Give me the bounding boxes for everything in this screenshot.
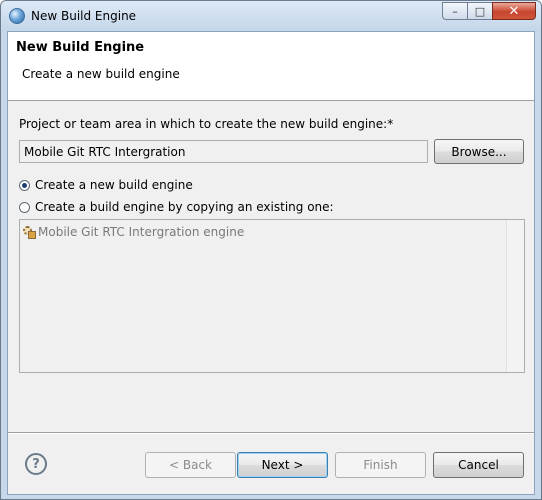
engine-name: Mobile Git RTC Intergration engine	[38, 225, 245, 239]
radio-create-new[interactable]: Create a new build engine	[19, 178, 193, 192]
eclipse-icon	[9, 8, 25, 24]
list-item: Mobile Git RTC Intergration engine	[23, 225, 244, 239]
radio-copy-existing-indicator[interactable]	[19, 201, 30, 213]
radio-copy-existing[interactable]: Create a build engine by copying an exis…	[19, 200, 334, 214]
finish-button[interactable]: Finish	[335, 452, 426, 478]
title-bar[interactable]: New Build Engine – □ ✕	[1, 1, 541, 31]
radio-create-new-label: Create a new build engine	[35, 178, 193, 192]
existing-engines-list[interactable]: Mobile Git RTC Intergration engine	[19, 219, 525, 373]
dialog-content: New Build Engine Create a new build engi…	[7, 31, 535, 495]
window-controls: – □ ✕	[442, 2, 536, 21]
project-area-field[interactable]	[19, 140, 428, 163]
wizard-description: Create a new build engine	[22, 67, 180, 81]
window-title: New Build Engine	[31, 9, 137, 23]
help-icon[interactable]: ?	[25, 453, 47, 475]
wizard-title: New Build Engine	[16, 40, 145, 55]
build-engine-icon	[23, 225, 36, 239]
next-button[interactable]: Next >	[237, 452, 328, 478]
back-button[interactable]: < Back	[145, 452, 236, 478]
minimize-icon: –	[452, 4, 458, 18]
footer-separator	[8, 432, 534, 434]
radio-copy-existing-label: Create a build engine by copying an exis…	[35, 200, 334, 214]
minimize-button[interactable]: –	[442, 2, 468, 20]
close-button[interactable]: ✕	[492, 2, 536, 20]
radio-create-new-indicator[interactable]	[19, 179, 30, 191]
new-build-engine-dialog: New Build Engine – □ ✕ New Build Engine …	[0, 0, 542, 500]
maximize-icon: □	[474, 4, 486, 18]
project-area-label: Project or team area in which to create …	[19, 117, 394, 131]
wizard-header: New Build Engine Create a new build engi…	[8, 32, 534, 101]
list-scrollbar[interactable]	[506, 220, 524, 372]
browse-button[interactable]: Browse...	[434, 139, 524, 164]
cancel-button[interactable]: Cancel	[433, 452, 524, 478]
close-icon: ✕	[508, 3, 520, 19]
maximize-button[interactable]: □	[467, 2, 493, 20]
